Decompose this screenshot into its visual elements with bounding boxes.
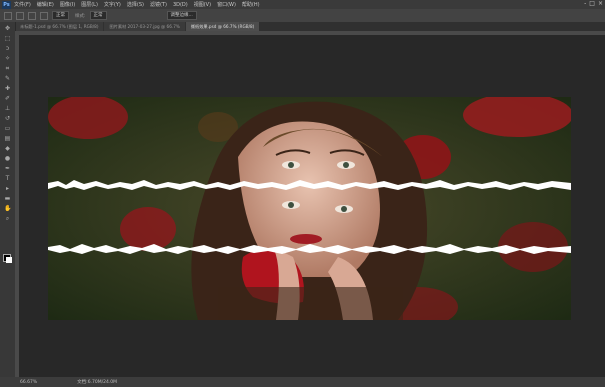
document-size: 文档:6.70M/24.0M [77,380,118,385]
menu-help[interactable]: 帮助(H) [242,1,260,8]
menu-window[interactable]: 窗口(W) [217,1,236,8]
zoom-tool-icon[interactable]: ⌕ [4,215,11,222]
menu-view[interactable]: 视图(V) [194,1,211,8]
shape-tool-icon[interactable]: ▬ [4,195,11,202]
refine-edge-button[interactable]: 调整边缘... [166,11,197,20]
tab-document-2[interactable]: 图片素材 2017-03-27.jpg @ 66.7% [104,22,185,31]
style-label: 样式: [75,13,86,19]
blur-tool-icon[interactable]: ◆ [4,145,11,152]
clone-stamp-icon[interactable]: ⊥ [4,105,11,112]
background-color-swatch[interactable] [6,257,12,263]
photo-torn-paper-image [48,97,571,320]
document-tabs: 未标题-1.psd @ 66.7% (图层 1, RGB/8) 图片素材 201… [15,22,605,31]
new-selection-icon[interactable] [16,11,24,20]
menu-type[interactable]: 文字(Y) [104,1,121,8]
feather-field[interactable]: 正常 [52,11,69,20]
magic-wand-icon[interactable]: ✧ [4,55,11,62]
document-canvas[interactable] [48,97,571,320]
pen-tool-icon[interactable]: ✒ [4,165,11,172]
healing-brush-icon[interactable]: ✚ [4,85,11,92]
menu-bar: Ps 文件(F) 编辑(E) 图像(I) 图层(L) 文字(Y) 选择(S) 滤… [0,0,605,9]
status-bar: 66.67% 文档:6.70M/24.0M [0,377,605,387]
menu-file[interactable]: 文件(F) [14,1,31,8]
brush-tool-icon[interactable]: ✐ [4,95,11,102]
close-button[interactable]: × [598,0,603,7]
lasso-tool-icon[interactable]: ↄ [4,45,11,52]
gradient-tool-icon[interactable]: ▤ [4,135,11,142]
menu-edit[interactable]: 编辑(E) [37,1,54,8]
tab-document-3[interactable]: 撕纸效果.psd @ 66.7% (RGB/8) [185,22,260,31]
history-brush-icon[interactable]: ↺ [4,115,11,122]
add-selection-icon[interactable] [28,11,36,20]
menu-select[interactable]: 选择(S) [127,1,144,8]
type-tool-icon[interactable]: T [4,175,11,182]
menu-3d[interactable]: 3D(D) [173,2,188,8]
tools-panel: ✥ ⬚ ↄ ✧ ⌗ ✎ ✚ ✐ ⊥ ↺ ▭ ▤ ◆ ● ✒ T ▸ ▬ ✋ ⌕ [0,22,16,377]
zoom-level[interactable]: 66.67% [20,380,37,385]
hand-tool-icon[interactable]: ✋ [4,205,11,212]
menu-image[interactable]: 图像(I) [60,1,75,8]
dodge-tool-icon[interactable]: ● [4,155,11,162]
options-bar: 正常 样式: 正常 调整边缘... [0,9,605,23]
menu-layer[interactable]: 图层(L) [81,1,98,8]
window-controls: - □ × [584,0,603,7]
photoshop-logo-icon: Ps [2,0,11,9]
marquee-tool-preset-icon[interactable] [4,11,12,20]
eraser-icon[interactable]: ▭ [4,125,11,132]
maximize-button[interactable]: □ [589,0,595,7]
style-select[interactable]: 正常 [89,11,107,20]
move-tool-icon[interactable]: ✥ [4,25,11,32]
menu-filter[interactable]: 滤镜(T) [150,1,167,8]
crop-tool-icon[interactable]: ⌗ [4,65,11,72]
tab-document-1[interactable]: 未标题-1.psd @ 66.7% (图层 1, RGB/8) [15,22,104,31]
subtract-selection-icon[interactable] [40,11,48,20]
eyedropper-icon[interactable]: ✎ [4,75,11,82]
marquee-tool-icon[interactable]: ⬚ [4,35,11,42]
minimize-button[interactable]: - [584,0,586,7]
path-selection-icon[interactable]: ▸ [4,185,11,192]
